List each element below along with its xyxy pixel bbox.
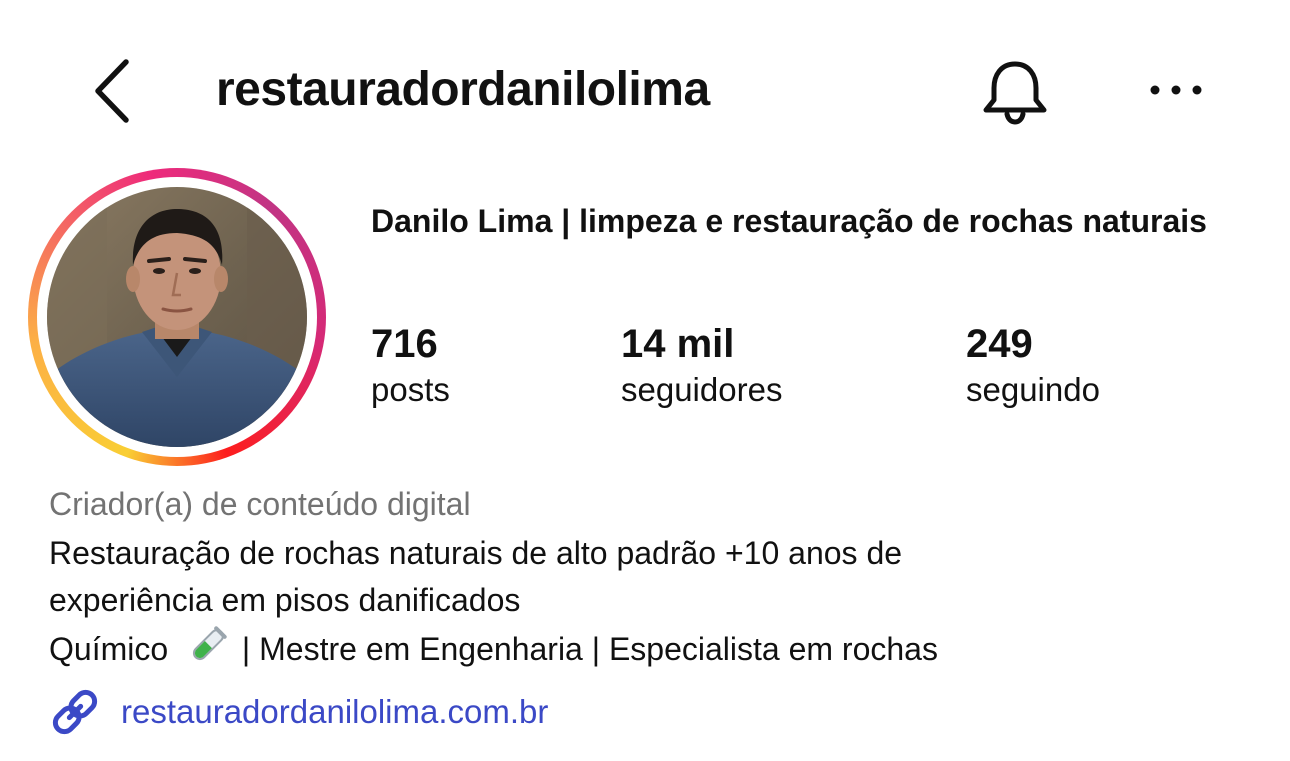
- stat-posts-label: posts: [371, 371, 450, 408]
- stat-following-value: 249: [966, 322, 1033, 366]
- website-link-text[interactable]: restauradordanilolima.com.br: [121, 693, 548, 731]
- back-button[interactable]: [88, 56, 138, 126]
- bio-line-2: experiência em pisos danificados: [49, 582, 521, 618]
- more-horizontal-icon: [1150, 85, 1202, 95]
- stat-posts-value: 716: [371, 322, 438, 366]
- chevron-left-icon: [95, 59, 129, 123]
- bio-line-3: Químico | Mestre em Engenharia | Especia…: [49, 624, 1229, 673]
- stat-followers-value: 14 mil: [621, 322, 735, 366]
- stat-following[interactable]: 249 seguindo: [966, 320, 1100, 412]
- bell-icon: [983, 61, 1047, 125]
- test-tube-icon: [192, 626, 227, 661]
- more-options-button[interactable]: [1146, 72, 1206, 108]
- profile-username: restauradordanilolima: [216, 63, 710, 116]
- profile-avatar: [47, 187, 307, 447]
- notifications-button[interactable]: [980, 56, 1050, 126]
- stat-following-label: seguindo: [966, 371, 1100, 408]
- profile-display-name: Danilo Lima | limpeza e restauração de r…: [371, 203, 1207, 239]
- bio-line-3-end: | Mestre em Engenharia | Especialista em…: [241, 631, 938, 667]
- link-icon: [52, 689, 98, 735]
- profile-header: restauradordanilolima: [0, 0, 1290, 180]
- stat-followers[interactable]: 14 mil seguidores: [621, 320, 782, 412]
- story-ring[interactable]: [28, 168, 326, 466]
- profile-website-link[interactable]: restauradordanilolima.com.br: [49, 685, 548, 739]
- profile-bio: Restauração de rochas naturais de alto p…: [49, 530, 1229, 673]
- profile-category: Criador(a) de conteúdo digital: [49, 486, 471, 522]
- stat-posts[interactable]: 716 posts: [371, 320, 450, 412]
- bio-line-1: Restauração de rochas naturais de alto p…: [49, 535, 903, 571]
- bio-line-3-start: Químico: [49, 631, 169, 667]
- stat-followers-label: seguidores: [621, 371, 783, 408]
